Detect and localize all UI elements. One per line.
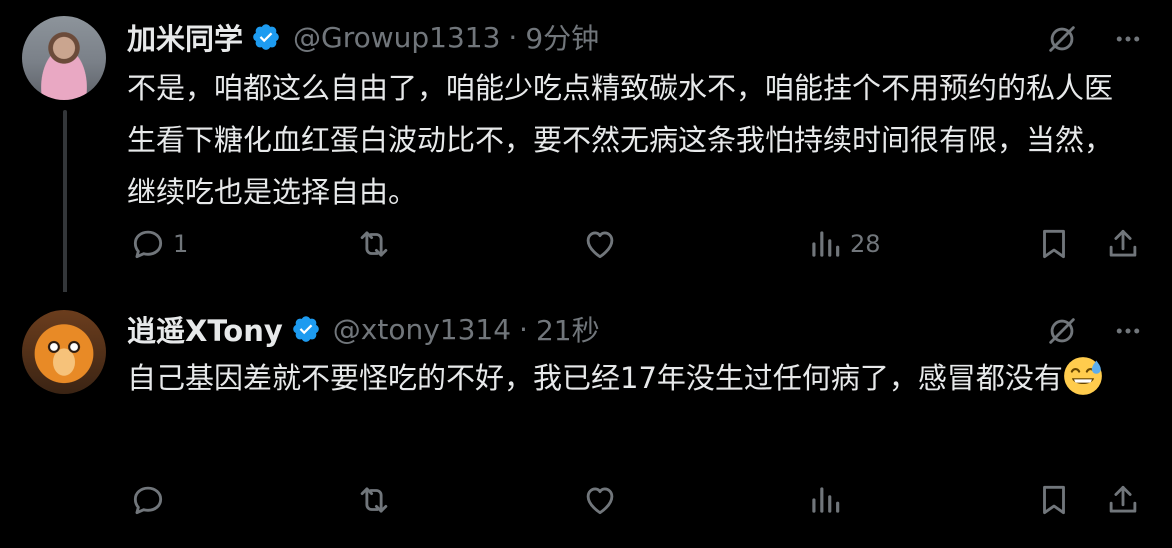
views-button[interactable] <box>806 478 850 522</box>
reply-button[interactable] <box>129 478 173 522</box>
views-icon <box>812 231 840 257</box>
handle[interactable]: @Growup1313 <box>293 21 500 54</box>
tweet-header: 加米同学 @Growup1313 · 9分钟 <box>127 17 599 57</box>
tweet-text-content: 自己基因差就不要怪吃的不好，我已经17年没生过任何病了，感冒都没有 <box>127 361 1063 395</box>
bookmark-button[interactable] <box>1035 222 1073 266</box>
tweet[interactable]: 加米同学 @Growup1313 · 9分钟 不是，咱都这么自由了，咱能少吃点精… <box>0 0 1172 306</box>
action-bar: 1 28 <box>0 222 1172 266</box>
bookmark-button[interactable] <box>1035 478 1073 522</box>
action-bar <box>0 478 1172 522</box>
avatar[interactable] <box>22 16 106 100</box>
like-icon <box>586 487 614 515</box>
sweat-smile-emoji <box>1064 357 1102 395</box>
reply-count: 1 <box>173 230 189 258</box>
bookmark-icon <box>1043 485 1065 515</box>
timestamp[interactable]: 9分钟 <box>525 17 599 57</box>
tweet-header: 逍遥XTony @xtony1314 · 21秒 <box>127 309 600 349</box>
retweet-icon <box>360 231 388 257</box>
thread-line <box>63 110 67 306</box>
retweet-icon <box>360 487 388 513</box>
grok-icon[interactable] <box>1043 312 1081 350</box>
share-button[interactable] <box>1104 478 1142 522</box>
share-icon <box>1109 229 1137 257</box>
like-button[interactable] <box>581 478 625 522</box>
reply-icon <box>133 230 163 259</box>
views-count: 28 <box>850 230 881 258</box>
reply-button[interactable]: 1 <box>129 222 188 266</box>
avatar[interactable] <box>22 310 106 394</box>
reply-icon <box>133 486 163 515</box>
share-icon <box>1109 485 1137 513</box>
display-name[interactable]: 逍遥XTony <box>127 308 283 350</box>
views-button[interactable]: 28 <box>806 222 881 266</box>
like-button[interactable] <box>581 222 625 266</box>
tweet-text: 自己基因差就不要怪吃的不好，我已经17年没生过任何病了，感冒都没有 <box>127 352 1127 404</box>
display-name[interactable]: 加米同学 <box>127 16 243 58</box>
like-icon <box>586 231 614 259</box>
grok-icon[interactable] <box>1043 20 1081 58</box>
separator: · <box>519 312 528 346</box>
retweet-button[interactable] <box>355 478 399 522</box>
more-icon[interactable] <box>1109 312 1147 350</box>
separator: · <box>508 20 518 54</box>
retweet-button[interactable] <box>355 222 399 266</box>
verified-icon <box>292 316 319 342</box>
share-button[interactable] <box>1104 222 1142 266</box>
more-icon[interactable] <box>1109 20 1147 58</box>
tweet-text: 不是，咱都这么自由了，咱能少吃点精致碳水不，咱能挂个不用预约的私人医生看下糖化血… <box>127 71 1114 209</box>
timestamp[interactable]: 21秒 <box>536 309 600 349</box>
views-icon <box>812 487 840 513</box>
bookmark-icon <box>1043 229 1065 259</box>
tweet[interactable]: 逍遥XTony @xtony1314 · 21秒 自己基因差就不要怪吃的不好，我… <box>0 292 1172 548</box>
handle[interactable]: @xtony1314 <box>333 313 511 346</box>
verified-icon <box>253 24 279 50</box>
